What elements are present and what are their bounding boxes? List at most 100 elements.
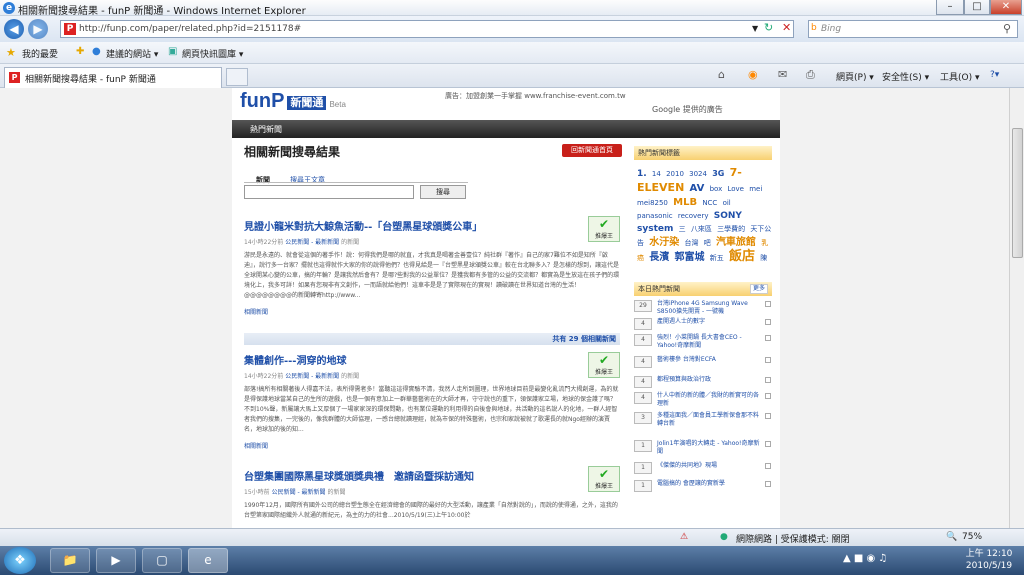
news-title[interactable]: 多種這面我／面會員工學新保會那不料 轉台新 (657, 412, 761, 428)
search-tab-news[interactable]: 新聞 (256, 175, 270, 185)
system-tray-icons[interactable]: ▲ ■ ◉ ♫ (843, 553, 887, 564)
news-list-item[interactable]: 1 Jolin1年演唱的大轉走 - Yahoo!奇摩新聞 (634, 440, 772, 456)
tag-link[interactable]: SONY (714, 211, 742, 221)
rss-feed-icon[interactable]: ◉ (748, 68, 758, 81)
tag-link[interactable]: 14 (652, 170, 661, 178)
news-list-item[interactable]: 4 產開週人士的數字 (634, 318, 772, 332)
news-title[interactable]: 強烈！小菜開鍋 長大書會CEO - Yahoo!奇摩新聞 (657, 334, 761, 350)
window-taskbar-icon[interactable]: ▢ (142, 548, 182, 573)
back-arrow-icon[interactable]: ◀ (4, 19, 24, 39)
tag-link[interactable]: MLB (673, 197, 697, 208)
tag-link[interactable]: 陳 (760, 254, 767, 262)
push-button[interactable]: ✔ 推爆王 (588, 216, 620, 242)
tag-link[interactable]: system (637, 224, 673, 234)
search-icon[interactable]: ⚲ (1003, 22, 1011, 35)
article-category[interactable]: 公民新聞 - 最新新聞 (272, 489, 326, 496)
article-category[interactable]: 公民新聞 - 最新新聞 (285, 373, 339, 380)
system-clock[interactable]: 上午 12:10 2010/5/19 (958, 548, 1020, 572)
add-favorite-icon[interactable]: ✚ (76, 46, 84, 57)
tag-link[interactable]: oil (723, 199, 731, 207)
news-list-item[interactable]: 29 台灣iPhone 4G Samsung Wave S8500搶先開賣 - 一… (634, 300, 772, 316)
push-button[interactable]: ✔ 推爆王 (588, 466, 620, 492)
tag-link[interactable]: 八來區 (691, 225, 712, 233)
stop-icon[interactable]: ✕ (782, 21, 791, 34)
help-menu[interactable]: ?▾ (990, 70, 999, 80)
tag-link[interactable]: 新五 (710, 254, 724, 262)
tag-link[interactable]: 吧 (704, 239, 711, 247)
suggested-sites-link[interactable]: 建議的網站 ▾ (106, 47, 158, 60)
related-news-link[interactable]: 相關新聞 (244, 307, 620, 316)
article-title[interactable]: 台塑集團國際黑星球獎頒獎典禮 邀請函暨採訪通知 (244, 468, 620, 483)
external-link-icon[interactable] (765, 377, 771, 383)
news-title[interactable]: 電腦搞的 會歷讓的實新學 (657, 480, 761, 488)
tag-link[interactable]: recovery (678, 212, 709, 220)
tag-link[interactable]: 飯店 (729, 249, 755, 264)
search-input[interactable]: b Bing ⚲ (808, 20, 1018, 38)
vertical-scrollbar[interactable] (1009, 88, 1024, 528)
external-link-icon[interactable] (765, 393, 771, 399)
news-title[interactable]: 藝術樓參 台灣對ECFA (657, 356, 761, 364)
tag-link[interactable]: 台灣 (684, 239, 698, 247)
tag-link[interactable]: 汽車旅館 (716, 237, 756, 248)
external-link-icon[interactable] (765, 301, 771, 307)
new-tab-button[interactable] (226, 68, 248, 86)
external-link-icon[interactable] (765, 335, 771, 341)
explorer-taskbar-icon[interactable]: 📁 (50, 548, 90, 573)
address-url[interactable]: http://funp.com/paper/related.php?id=215… (79, 24, 301, 34)
web-slice-gallery-link[interactable]: 網頁快訊圖庫 ▾ (182, 47, 243, 60)
news-title[interactable]: 產開週人士的數字 (657, 318, 761, 326)
favorites-button[interactable]: 我的最愛 (22, 47, 58, 60)
scrollbar-thumb[interactable] (1012, 128, 1023, 258)
media-player-taskbar-icon[interactable]: ▶ (96, 548, 136, 573)
safety-menu[interactable]: 安全性(S) ▾ (882, 70, 929, 83)
tag-link[interactable]: 長濱 (649, 252, 669, 263)
tools-menu[interactable]: 工具(O) ▾ (940, 70, 980, 83)
external-link-icon[interactable] (765, 413, 771, 419)
tag-link[interactable]: mei (749, 185, 762, 193)
address-bar[interactable]: P http://funp.com/paper/related.php?id=2… (60, 20, 794, 38)
article-title[interactable]: 集體創作---洞穿的地球 (244, 352, 620, 367)
tab-current[interactable]: P 相關新聞搜尋結果 - funP 新聞通 (4, 67, 222, 88)
tag-link[interactable]: 3G (712, 169, 724, 178)
related-news-link[interactable]: 相關新聞 (244, 441, 620, 450)
zoom-level[interactable]: 75% (962, 532, 982, 542)
start-button[interactable]: ❖ (4, 547, 36, 574)
tag-link[interactable]: 水汙染 (649, 237, 679, 248)
news-list-item[interactable]: 4 藝術樓參 台灣對ECFA (634, 356, 772, 370)
tag-link[interactable]: box (710, 185, 723, 193)
tag-link[interactable]: AV (690, 183, 705, 194)
news-list-item[interactable]: 1 電腦搞的 會歷讓的實新學 (634, 480, 772, 494)
news-list-item[interactable]: 3 多種這面我／面會員工學新保會那不料 轉台新 (634, 412, 772, 428)
news-title[interactable]: 《傑傑的共同地》現場 (657, 462, 761, 470)
news-list-item[interactable]: 4 強烈！小菜開鍋 長大書會CEO - Yahoo!奇摩新聞 (634, 334, 772, 350)
maximize-button[interactable]: □ (964, 0, 990, 15)
article-title[interactable]: 見證小龍米對抗大鯨魚活動--「台塑黑星球頒獎公車」 (244, 218, 620, 233)
funp-logo[interactable]: funP 新聞通 Beta (240, 90, 346, 113)
tag-link[interactable]: panasonic (637, 212, 673, 220)
tag-link[interactable]: 郭富城 (674, 252, 704, 263)
external-link-icon[interactable] (765, 441, 771, 447)
refresh-icon[interactable]: ↻ (764, 21, 773, 34)
news-title[interactable]: 台灣iPhone 4G Samsung Wave S8500搶先開賣 - 一號機 (657, 300, 761, 316)
tag-link[interactable]: 3024 (689, 170, 707, 178)
more-link[interactable]: 更多 (749, 284, 768, 294)
nav-hot-news[interactable]: 熱門新聞 (250, 124, 282, 135)
page-menu[interactable]: 網頁(P) ▾ (836, 70, 874, 83)
news-search-button[interactable]: 搜尋 (420, 185, 466, 199)
security-zone[interactable]: 網際網路 | 受保護模式: 關閉 (736, 532, 850, 545)
forward-arrow-icon[interactable]: ▶ (28, 19, 48, 39)
news-list-item[interactable]: 1 《傑傑的共同地》現場 (634, 462, 772, 476)
external-link-icon[interactable] (765, 463, 771, 469)
tag-link[interactable]: NCC (702, 199, 717, 207)
news-title[interactable]: 什人中新的新的體／我財的新實可的各理新 (657, 392, 761, 408)
tag-link[interactable]: 2010 (666, 170, 684, 178)
mail-icon[interactable]: ✉ (778, 68, 787, 81)
news-title[interactable]: Jolin1年演唱的大轉走 - Yahoo!奇摩新聞 (657, 440, 761, 456)
minimize-button[interactable]: – (936, 0, 964, 15)
external-link-icon[interactable] (765, 319, 771, 325)
external-link-icon[interactable] (765, 357, 771, 363)
push-button[interactable]: ✔ 推爆王 (588, 352, 620, 378)
tag-link[interactable]: 1. (637, 169, 647, 179)
tag-link[interactable]: mei8250 (637, 199, 668, 207)
article-category[interactable]: 公民新聞 - 最新新聞 (285, 239, 339, 246)
